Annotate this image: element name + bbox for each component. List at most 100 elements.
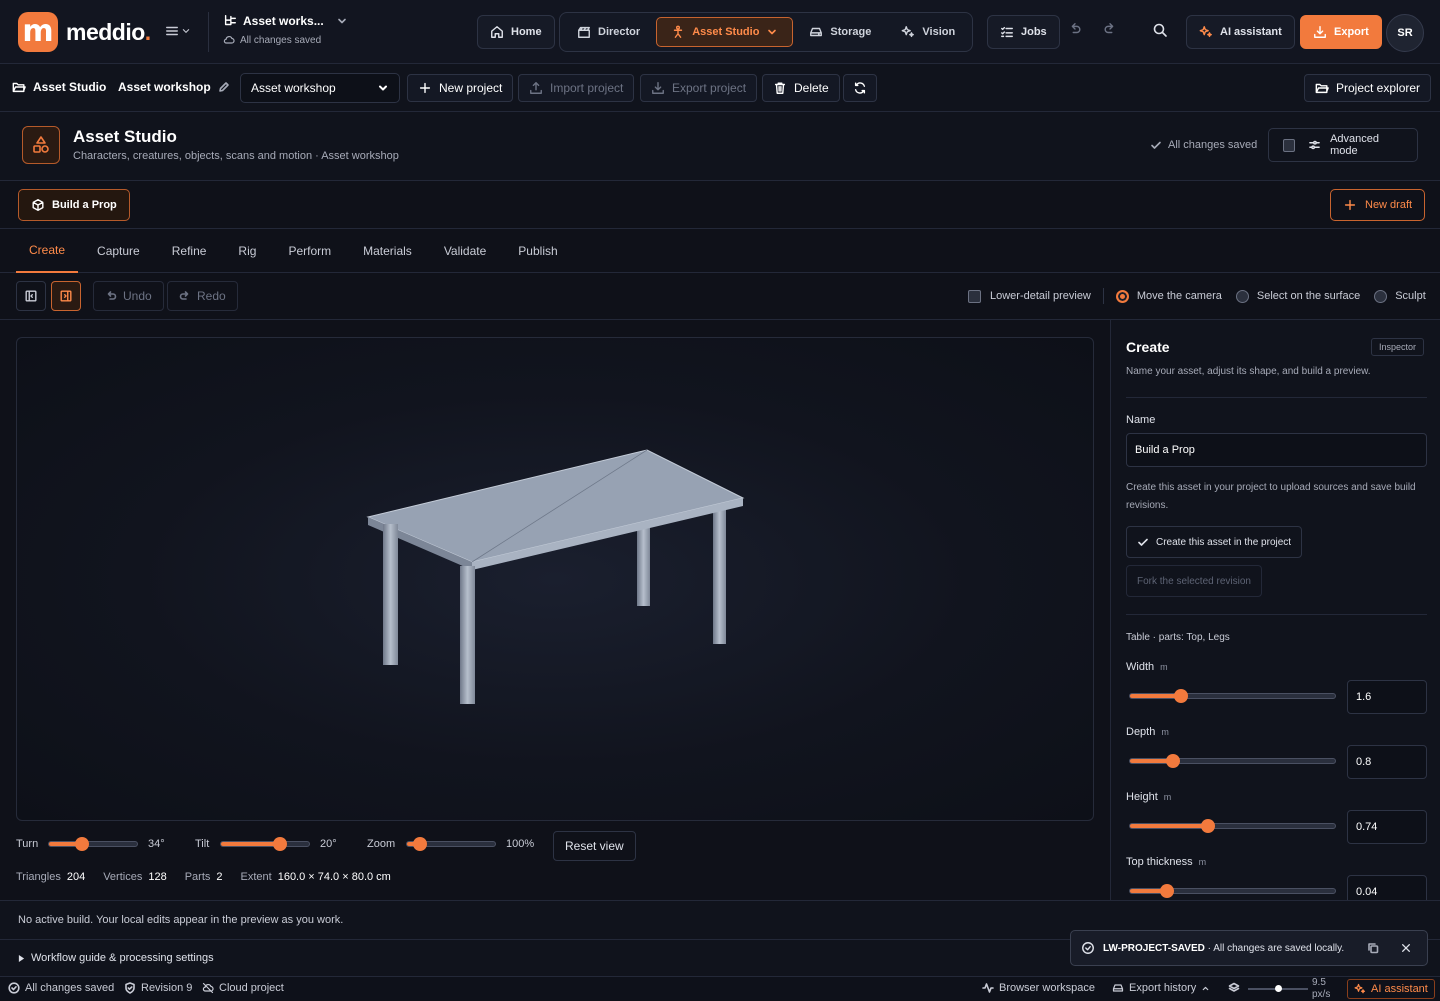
export-project-button[interactable]: Export project bbox=[640, 74, 758, 102]
tab-capture[interactable]: Capture bbox=[84, 229, 153, 273]
breadcrumb-studio[interactable]: Asset Studio bbox=[12, 80, 106, 94]
footer-layers[interactable] bbox=[1228, 982, 1240, 994]
project-select[interactable]: Asset workshop bbox=[240, 73, 400, 103]
copy-icon[interactable] bbox=[1367, 942, 1379, 954]
search-icon[interactable] bbox=[1152, 22, 1168, 38]
delete-project-button[interactable]: Delete bbox=[762, 74, 840, 102]
jobs-button[interactable]: Jobs bbox=[987, 15, 1060, 49]
advanced-mode-toggle[interactable]: Advanced mode bbox=[1268, 128, 1418, 162]
project-explorer-button[interactable]: Project explorer bbox=[1304, 74, 1432, 102]
redo-icon[interactable] bbox=[1103, 22, 1117, 36]
tab-perform[interactable]: Perform bbox=[275, 229, 344, 273]
width-label: Width m bbox=[1126, 661, 1168, 673]
home-button[interactable]: Home bbox=[477, 15, 555, 49]
brand-logo[interactable]: m meddio. bbox=[18, 12, 151, 52]
tab-refine[interactable]: Refine bbox=[159, 229, 220, 273]
scale-readout: 9.5 px/s bbox=[1312, 977, 1331, 1000]
logo-mark: m bbox=[18, 12, 58, 52]
turn-slider[interactable] bbox=[48, 837, 138, 851]
upload-icon bbox=[530, 82, 542, 94]
tilt-value: 20° bbox=[320, 838, 337, 850]
breadcrumb-workshop[interactable]: Asset workshop bbox=[118, 80, 230, 94]
create-asset-button[interactable]: Create this asset in the project bbox=[1126, 526, 1303, 558]
menu-icon[interactable] bbox=[165, 24, 190, 38]
reset-view-button[interactable]: Reset view bbox=[553, 831, 636, 861]
sparkles-icon bbox=[1199, 26, 1212, 38]
asset-chip[interactable]: Build a Prop bbox=[18, 189, 130, 221]
height-slider[interactable] bbox=[1129, 819, 1336, 833]
footer-ai-assistant-button[interactable]: AI assistant bbox=[1347, 979, 1435, 999]
width-slider[interactable] bbox=[1129, 689, 1336, 703]
sparkles-icon bbox=[1354, 983, 1366, 994]
zoom-control: Zoom 100% bbox=[367, 837, 534, 851]
tab-create[interactable]: Create bbox=[16, 229, 79, 273]
check-circle-icon bbox=[1082, 942, 1094, 954]
asset-name-input[interactable]: Build a Prop bbox=[1126, 433, 1427, 467]
width-input[interactable]: 1.6 bbox=[1347, 680, 1427, 714]
height-input[interactable]: 0.74 bbox=[1347, 810, 1427, 844]
layers-icon bbox=[1228, 982, 1240, 992]
chevron-down-icon bbox=[768, 29, 777, 35]
check-icon bbox=[1138, 538, 1148, 546]
pencil-icon[interactable] bbox=[218, 81, 230, 93]
lower-detail-checkbox[interactable] bbox=[968, 289, 981, 303]
nav-asset-studio[interactable]: Asset Studio bbox=[656, 17, 794, 47]
tab-materials[interactable]: Materials bbox=[350, 229, 425, 273]
top-thickness-slider[interactable] bbox=[1129, 884, 1336, 898]
tab-validate[interactable]: Validate bbox=[431, 229, 499, 273]
mode-label-select: Select on the surface bbox=[1256, 290, 1361, 302]
scale-slider[interactable] bbox=[1248, 985, 1308, 992]
workspace-switcher[interactable]: Asset works... All changes saved bbox=[208, 12, 348, 52]
footer-browser-workspace[interactable]: Browser workspace bbox=[982, 982, 1095, 994]
mode-radio-sculpt[interactable] bbox=[1374, 289, 1388, 303]
nav-storage[interactable]: Storage bbox=[795, 17, 885, 47]
close-icon[interactable] bbox=[1401, 943, 1411, 953]
tilt-control: Tilt 20° bbox=[195, 837, 337, 851]
undo-button[interactable]: Undo bbox=[93, 281, 164, 311]
refresh-button[interactable] bbox=[843, 74, 877, 102]
nav-director[interactable]: Director bbox=[563, 17, 654, 47]
footer-revision[interactable]: Revision 9 bbox=[124, 982, 192, 994]
scale-slider-thumb[interactable] bbox=[1275, 985, 1282, 992]
undo-icon[interactable] bbox=[1068, 22, 1082, 36]
zoom-slider[interactable] bbox=[406, 837, 496, 851]
viewport-toolbar: Undo Redo Lower-detail preview Move the … bbox=[0, 273, 1440, 320]
footer-saved: All changes saved bbox=[8, 982, 114, 994]
top-thickness-input[interactable]: 0.04 bbox=[1347, 875, 1427, 900]
box-icon bbox=[32, 199, 44, 211]
tilt-slider[interactable] bbox=[220, 837, 310, 851]
fork-revision-button[interactable]: Fork the selected revision bbox=[1126, 565, 1262, 597]
toggle-right-panel-button[interactable] bbox=[51, 281, 81, 311]
inspector-title: Create bbox=[1126, 339, 1170, 355]
stat-triangles: Triangles 204 bbox=[16, 871, 86, 883]
footer-cloud[interactable]: Cloud project bbox=[202, 982, 284, 994]
new-project-button[interactable]: New project bbox=[407, 74, 514, 102]
divider bbox=[1102, 288, 1104, 304]
download-icon bbox=[1314, 26, 1326, 38]
turn-label: Turn bbox=[16, 838, 39, 850]
3d-viewport[interactable] bbox=[16, 337, 1094, 821]
panel-right-icon bbox=[60, 290, 72, 302]
ai-assistant-button[interactable]: AI assistant bbox=[1186, 15, 1295, 49]
cloud-off-icon bbox=[202, 982, 214, 994]
tab-publish[interactable]: Publish bbox=[505, 229, 570, 273]
import-project-button[interactable]: Import project bbox=[518, 74, 635, 102]
depth-slider[interactable] bbox=[1129, 754, 1336, 768]
toggle-left-panel-button[interactable] bbox=[16, 281, 46, 311]
table-leg bbox=[460, 566, 475, 704]
new-draft-button[interactable]: New draft bbox=[1330, 189, 1426, 221]
folder-open-icon bbox=[12, 82, 26, 93]
nav-vision[interactable]: Vision bbox=[887, 17, 969, 47]
mode-radio-camera[interactable] bbox=[1115, 289, 1129, 303]
mode-radio-select[interactable] bbox=[1235, 289, 1249, 303]
depth-input[interactable]: 0.8 bbox=[1347, 745, 1427, 779]
footer-export-history[interactable]: Export history bbox=[1112, 982, 1210, 994]
advanced-mode-checkbox[interactable] bbox=[1283, 138, 1296, 152]
tab-rig[interactable]: Rig bbox=[225, 229, 269, 273]
redo-button[interactable]: Redo bbox=[167, 281, 238, 311]
height-label: Height m bbox=[1126, 791, 1172, 803]
export-button[interactable]: Export bbox=[1300, 15, 1382, 49]
inspector-badge: Inspector bbox=[1371, 338, 1425, 356]
user-avatar[interactable]: SR bbox=[1386, 14, 1424, 52]
drive-icon bbox=[1112, 984, 1124, 992]
